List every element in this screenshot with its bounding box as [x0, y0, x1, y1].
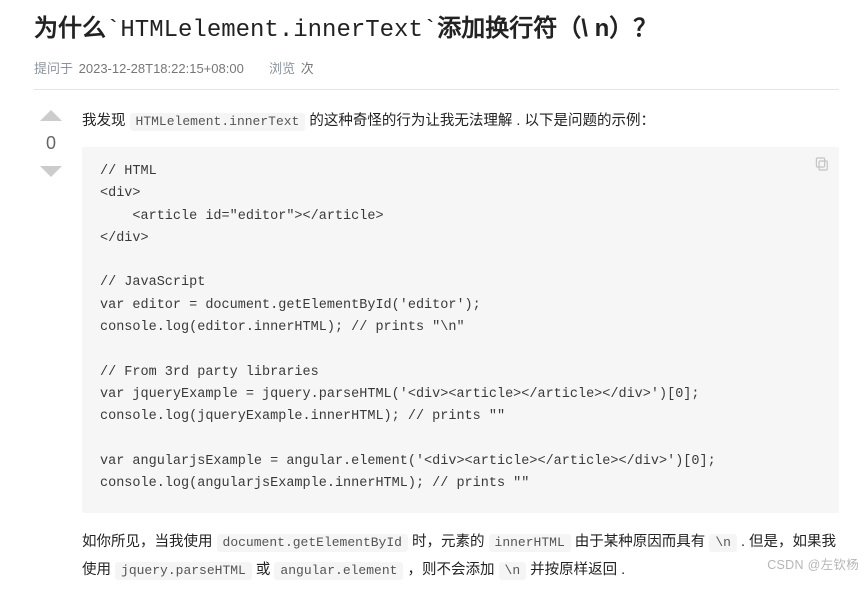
inline-code: \n: [499, 562, 527, 580]
question-body: 0 我发现 HTMLelement.innerText 的这种奇怪的行为让我无法…: [34, 108, 839, 594]
asked-value: 2023-12-28T18:22:15+08:00: [79, 61, 244, 76]
inline-code: HTMLelement.innerText: [130, 113, 306, 131]
question-meta: 提问于 2023-12-28T18:22:15+08:00 浏览 次: [34, 58, 839, 77]
inline-code: angular.element: [274, 562, 403, 580]
content-column: 我发现 HTMLelement.innerText 的这种奇怪的行为让我无法理解…: [82, 108, 839, 594]
title-pre: 为什么: [34, 15, 106, 42]
downvote-button[interactable]: [40, 166, 62, 177]
copy-icon[interactable]: [813, 155, 831, 173]
paragraph-1: 我发现 HTMLelement.innerText 的这种奇怪的行为让我无法理解…: [82, 108, 839, 136]
upvote-button[interactable]: [40, 110, 62, 121]
inline-code: document.getElementById: [217, 534, 408, 552]
paragraph-2: 如你所见，当我使用 document.getElementById 时，元素的 …: [82, 529, 839, 584]
divider: [34, 89, 839, 90]
inline-code: jquery.parseHTML: [115, 562, 252, 580]
code-block: // HTML <div> <article id="editor"></art…: [82, 147, 839, 513]
vote-column: 0: [34, 108, 68, 594]
title-post: 添加换行符（\ n）？: [437, 15, 657, 42]
inline-code: \n: [709, 534, 737, 552]
views-suffix: 次: [301, 61, 314, 76]
watermark: CSDN @左钦杨: [767, 554, 859, 573]
asked-label: 提问于: [34, 61, 73, 76]
title-code: `HTMLelement.innerText`: [106, 17, 437, 44]
question-title: 为什么`HTMLelement.innerText`添加换行符（\ n）？: [34, 12, 839, 48]
inline-code: innerHTML: [489, 534, 571, 552]
vote-score: 0: [46, 133, 56, 154]
code-content[interactable]: // HTML <div> <article id="editor"></art…: [100, 161, 821, 495]
views-label: 浏览: [269, 61, 295, 76]
